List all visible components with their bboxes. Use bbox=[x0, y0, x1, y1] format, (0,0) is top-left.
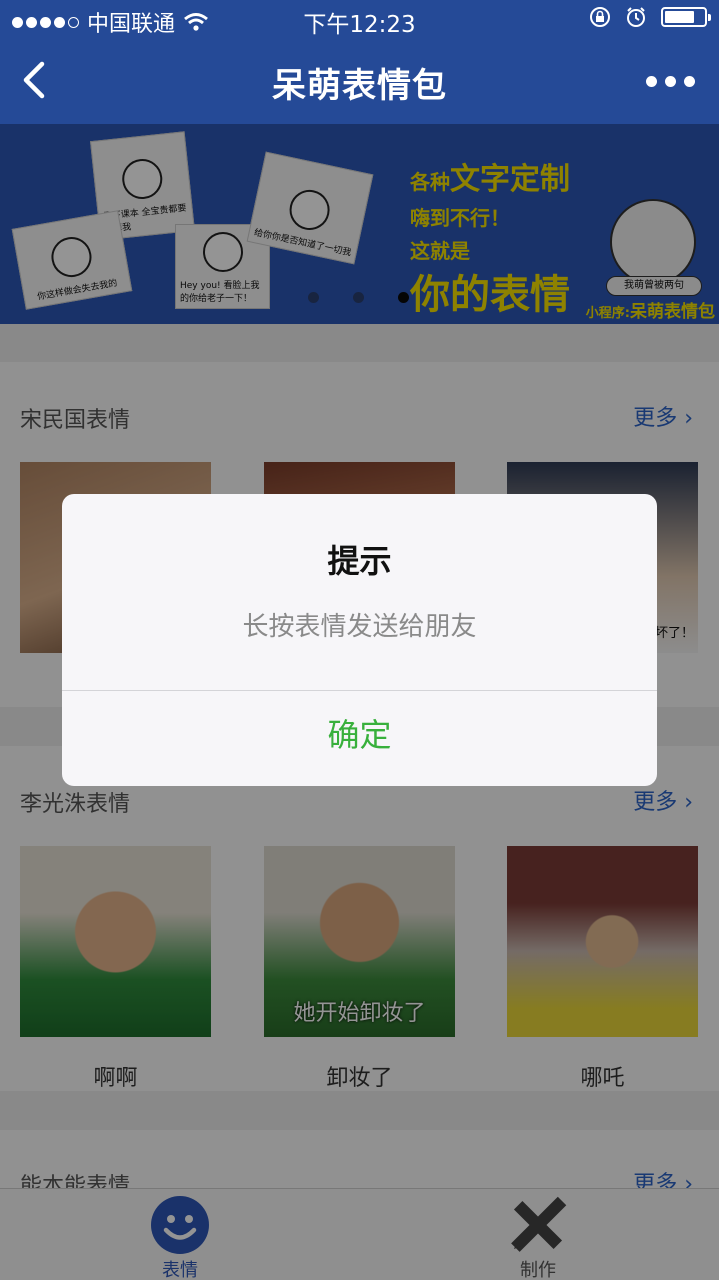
more-button[interactable] bbox=[646, 76, 695, 87]
nav-bar: 呆萌表情包 bbox=[0, 40, 719, 124]
status-bar: 中国联通 下午12:23 bbox=[0, 0, 719, 40]
alert-dialog: 提示 长按表情发送给朋友 确定 bbox=[62, 494, 657, 786]
more-dots-icon bbox=[646, 76, 657, 87]
page-title: 呆萌表情包 bbox=[272, 66, 447, 106]
rotation-lock-icon bbox=[590, 7, 610, 27]
alarm-icon bbox=[627, 7, 645, 27]
battery-icon bbox=[661, 7, 711, 27]
dialog-message: 长按表情发送给朋友 bbox=[242, 612, 477, 642]
dialog-title: 提示 bbox=[327, 542, 392, 580]
confirm-button[interactable]: 确定 bbox=[62, 691, 657, 786]
